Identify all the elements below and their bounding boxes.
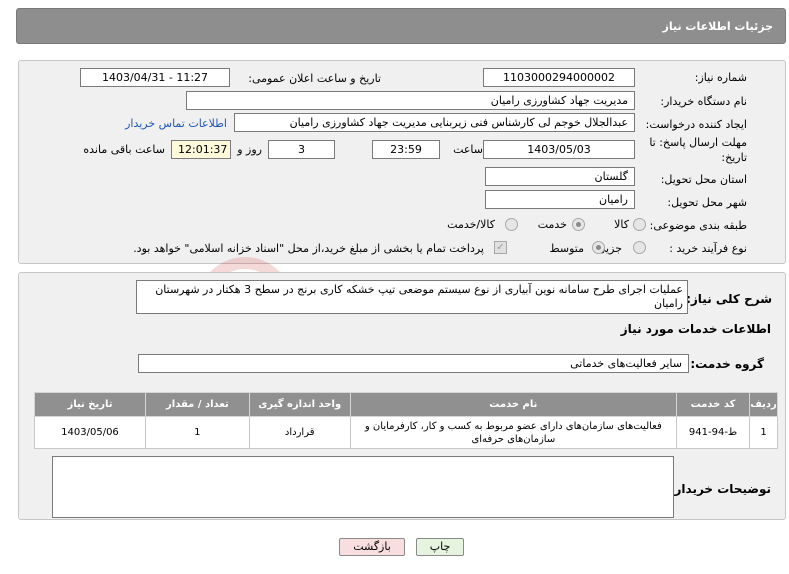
col-header-quantity: تعداد / مقدار — [144, 392, 250, 417]
payment-note: پرداخت تمام یا بخشی از مبلغ خرید،از محل … — [133, 242, 484, 255]
print-button[interactable]: چاپ — [416, 538, 464, 556]
process-option-medium: متوسط — [549, 242, 584, 255]
buyer-contact-link[interactable]: اطلاعات تماس خریدار — [125, 117, 227, 130]
process-label: نوع فرآیند خرید : — [669, 242, 747, 255]
cell-row-number: 1 — [749, 416, 778, 449]
services-table-wrap: ردیف کد خدمت نام خدمت واحد اندازه گیری ت… — [34, 392, 778, 449]
page-title: جزئیات اطلاعات نیاز — [662, 20, 774, 33]
remaining-time-label: ساعت باقی مانده — [83, 143, 165, 156]
remaining-time-field: 12:01:37 — [171, 140, 231, 159]
cell-service-code: ط-94-941 — [676, 416, 751, 449]
province-field: گلستان — [485, 167, 635, 186]
description-label: شرح کلی نیاز: — [686, 292, 772, 306]
cell-service-name: فعالیت‌های سازمان‌های دارای عضو مربوط به… — [349, 416, 678, 449]
city-field: رامیان — [485, 190, 635, 209]
remaining-days-field: 3 — [268, 140, 335, 159]
need-number-label: شماره نیاز: — [694, 71, 747, 84]
payment-checkbox[interactable]: ✓ — [494, 241, 507, 254]
announce-datetime-field: 1403/04/31 - 11:27 — [80, 68, 230, 87]
requester-label: ایجاد کننده درخواست: — [645, 118, 747, 131]
service-group-field: سایر فعالیت‌های خدماتی — [138, 354, 689, 373]
buyer-notes-label: توضیحات خریدار: — [669, 482, 771, 496]
cell-quantity: 1 — [144, 416, 250, 449]
description-field: عملیات اجرای طرح سامانه نوین آبیاری از ن… — [136, 280, 688, 314]
category-radio-goods-service[interactable] — [505, 218, 518, 231]
remaining-days-label: روز و — [237, 143, 262, 156]
service-group-label: گروه خدمت: — [690, 357, 764, 371]
col-header-service-code: کد خدمت — [676, 392, 751, 417]
requester-field: عبدالجلال خوجم لی کارشناس فنی زیربنایی م… — [234, 113, 635, 132]
col-header-unit: واحد اندازه گیری — [248, 392, 351, 417]
category-radio-service[interactable] — [572, 218, 585, 231]
buyer-notes-field[interactable] — [52, 456, 674, 518]
category-option-goods: کالا — [614, 218, 629, 231]
deadline-time-label: ساعت — [453, 143, 483, 156]
table-row: 1 ط-94-941 فعالیت‌های سازمان‌های دارای ع… — [34, 416, 778, 449]
buyer-org-field: مدیریت جهاد کشاورزی رامیان — [186, 91, 635, 110]
cell-need-date: 1403/05/06 — [34, 416, 146, 449]
services-table-header-row: ردیف کد خدمت نام خدمت واحد اندازه گیری ت… — [34, 392, 778, 417]
province-label: استان محل تحویل: — [660, 173, 747, 186]
col-header-service-name: نام خدمت — [349, 392, 678, 417]
services-table: ردیف کد خدمت نام خدمت واحد اندازه گیری ت… — [34, 392, 778, 449]
deadline-label: مهلت ارسال پاسخ: تا — [649, 136, 747, 149]
deadline-time-field: 23:59 — [372, 140, 440, 159]
services-section-title: اطلاعات خدمات مورد نیاز — [620, 322, 771, 336]
category-label: طبقه بندی موضوعی: — [649, 219, 747, 232]
col-header-row-number: ردیف — [749, 392, 778, 417]
process-radio-medium[interactable] — [592, 241, 605, 254]
category-option-goods-service: کالا/خدمت — [447, 218, 495, 231]
process-radio-minor[interactable] — [633, 241, 646, 254]
buyer-org-label: نام دستگاه خریدار: — [660, 95, 747, 108]
cell-unit: قرارداد — [248, 416, 351, 449]
need-number-field: 1103000294000002 — [483, 68, 635, 87]
announce-datetime-label: تاریخ و ساعت اعلان عمومی: — [248, 72, 381, 85]
city-label: شهر محل تحویل: — [667, 196, 747, 209]
col-header-need-date: تاریخ نیاز — [34, 392, 146, 417]
page-header: جزئیات اطلاعات نیاز — [16, 8, 786, 44]
back-button[interactable]: بازگشت — [339, 538, 405, 556]
category-option-service: خدمت — [537, 218, 567, 231]
category-radio-goods[interactable] — [633, 218, 646, 231]
deadline-date-label: تاریخ: — [721, 151, 747, 164]
deadline-date-field: 1403/05/03 — [483, 140, 635, 159]
